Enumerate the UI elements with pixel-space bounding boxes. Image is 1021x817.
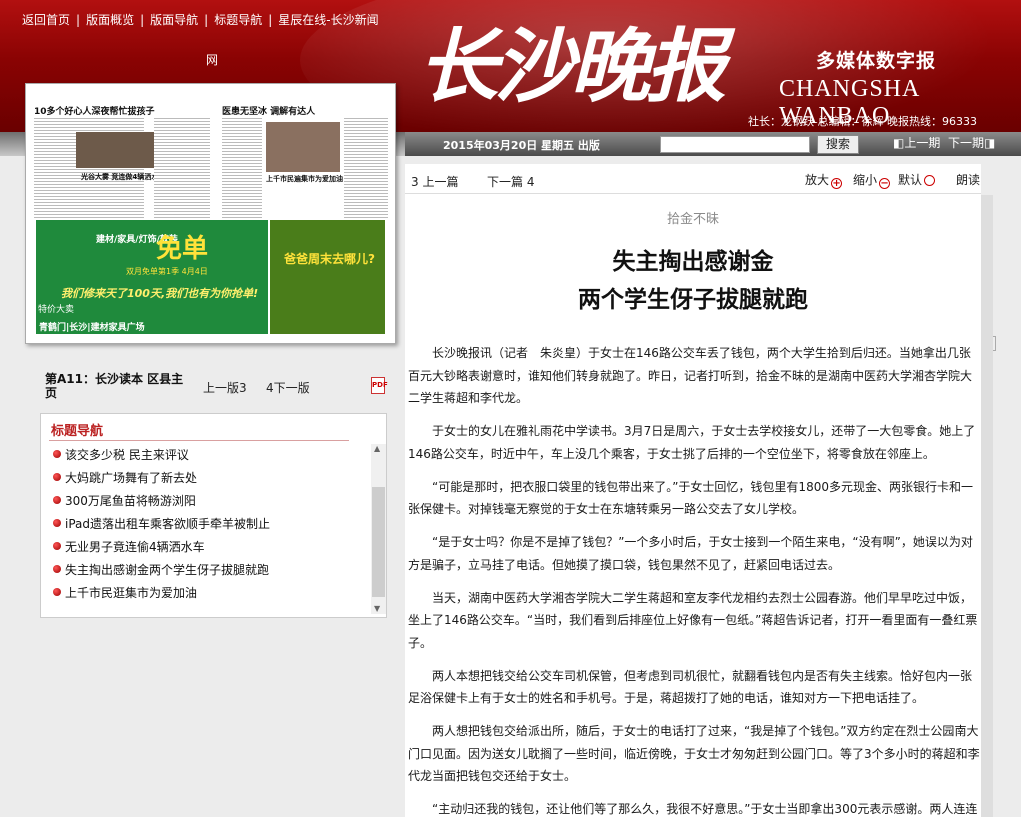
ad-partner: 特价大卖 <box>38 305 75 315</box>
ad-location: 青鹤门|长沙|建材家具广场 <box>39 323 145 333</box>
ad-date: 双月免单第1季 4月4日 <box>126 267 208 276</box>
nav-home-link[interactable]: 返回首页 <box>22 13 70 27</box>
thumb-photo <box>76 132 156 168</box>
article-paragraph: “可能是那时，把衣服口袋里的钱包带出来了。”于女士回忆，钱包里有1800多元现金… <box>408 479 973 517</box>
article-paragraph: “主动归还我的钱包，还让他们等了那么久，我很不好意思。”于女士当即拿出300元表… <box>432 802 978 816</box>
article-headline: 失主掏出感谢金 <box>612 248 774 275</box>
title-list-item[interactable]: 失主掏出感谢金两个学生伢子拔腿就跑 <box>53 559 368 582</box>
bullet-icon <box>53 588 61 596</box>
bullet-icon <box>53 542 61 550</box>
prev-issue-link[interactable]: ◧上一期 <box>893 134 940 151</box>
prev-article-link[interactable]: 3 上一篇 <box>411 173 458 190</box>
bullet-icon <box>53 519 61 527</box>
title-list-item[interactable]: iPad遗落出租车乘客欲顺手牵羊被制止 <box>53 513 368 536</box>
staff-credits: 社长：龙钢跃 总编辑：徐辉 晚报热线：96333 <box>748 115 977 128</box>
title-list-scrollbar[interactable]: ▲ ▼ <box>371 444 386 614</box>
bullet-icon <box>53 496 61 504</box>
next-issue-icon: ◨ <box>984 136 996 150</box>
title-list-item[interactable]: 该交多少税 民主来评议 <box>53 444 368 467</box>
thumb-headline: 上千市民遍集市为爱加油 <box>266 175 343 183</box>
thumb-ad-right: 爸爸周末去哪儿? <box>270 220 385 334</box>
title-navigation-panel: 标题导航 该交多少税 民主来评议 大妈跳广场舞有了新去处 300万尾鱼苗将畅游浏… <box>40 413 387 618</box>
scrollbar-thumb[interactable] <box>372 487 385 597</box>
article-body: 长沙晚报讯（记者 朱炎皇）于女士在146路公交车丢了钱包，两个大学生拾到后归还。… <box>408 342 980 817</box>
nav-xingchen-link[interactable]: 星辰在线-长沙新闻 <box>278 13 378 27</box>
article-subheadline: 两个学生伢子拔腿就跑 <box>578 286 808 313</box>
thumb-text-column <box>154 118 210 218</box>
thumb-headline: 10多个好心人深夜帮忙拔孩子 <box>34 107 155 117</box>
article-paragraph: 长沙晚报讯（记者 朱炎皇）于女士在146路公交车丢了钱包，两个大学生拾到后归还。… <box>408 346 973 405</box>
nav-page-nav-link[interactable]: 版面导航 <box>150 13 198 27</box>
next-page-link[interactable]: 4下一版 <box>266 379 310 396</box>
article-toolbar: 3 上一篇 下一篇 4 放大 + 缩小 − 默认 朗读 <box>405 164 996 351</box>
bullet-icon <box>53 565 61 573</box>
article-paragraph: 于女士的女儿在雅礼雨花中学读书。3月7日是周六，于女士去学校接女儿，还带了一大包… <box>408 424 976 461</box>
next-issue-label: 下一期 <box>948 136 985 150</box>
issue-date: 2015年03月20日 星期五 出版 <box>443 139 600 152</box>
thumb-text-column <box>344 118 388 218</box>
article-paragraph: 当天，湖南中医药大学湘杏学院大二学生蒋超和室友李代龙相约去烈士公园春游。他们早早… <box>408 590 978 650</box>
ad-right-text: 爸爸周末去哪儿? <box>284 252 375 266</box>
ad-big-text: 免单 <box>156 234 209 264</box>
read-aloud-button[interactable]: 朗读 <box>956 171 980 188</box>
title-list-item[interactable]: 上千市民逛集市为爱加油 <box>53 582 368 605</box>
title-navigation-heading: 标题导航 <box>51 424 104 439</box>
article-kicker: 拾金不昧 <box>666 212 719 227</box>
plus-icon: + <box>831 178 843 189</box>
zoom-out-button[interactable]: 缩小 − <box>853 171 891 189</box>
bullet-icon <box>53 473 61 481</box>
multimedia-digital-label: 多媒体数字报 <box>816 50 937 72</box>
pdf-icon[interactable]: PDF <box>371 377 388 394</box>
title-list-item[interactable]: 大妈跳广场舞有了新去处 <box>53 467 368 490</box>
scroll-up-icon[interactable]: ▲ <box>374 444 380 453</box>
title-list: 该交多少税 民主来评议 大妈跳广场舞有了新去处 300万尾鱼苗将畅游浏阳 iPa… <box>53 444 368 614</box>
ad-slogan: 我们修来天了100天,我们也有为你抢单! <box>61 287 259 300</box>
title-list-item[interactable]: 无业男子竟连偷4辆洒水车 <box>53 536 368 559</box>
default-size-button[interactable]: 默认 <box>898 171 936 188</box>
page-label: 第A11：长沙读本 区县主页 <box>45 372 184 400</box>
nav-title-nav-link[interactable]: 标题导航 <box>214 13 262 27</box>
page-scrollbar[interactable] <box>981 195 993 817</box>
search-input[interactable] <box>660 136 810 153</box>
circle-icon <box>924 175 936 186</box>
prev-issue-icon: ◧ <box>893 136 905 150</box>
article-panel: 3 上一篇 下一篇 4 放大 + 缩小 − 默认 朗读 拾金不昧 失主掏出感谢金 两… <box>405 164 996 817</box>
logo-chinese: 长沙晚报 <box>418 19 726 113</box>
thumb-ad-left: 建材/家具/灯饰/软装 免单 双月免单第1季 4月4日 我们修来天了100天,我… <box>36 220 268 334</box>
nav-xingchen-link-tail[interactable]: 网 <box>22 50 402 70</box>
zoom-in-button[interactable]: 放大 + <box>805 171 843 189</box>
thumb-headline: 医患无坚冰 调解有达人 <box>222 107 316 117</box>
thumb-headline: 光谷大雾 竞连做4辆洒水车 <box>81 173 166 181</box>
page-thumbnail[interactable]: 10多个好心人深夜帮忙拔孩子 医患无坚冰 调解有达人 光谷大雾 竞连做4辆洒水车… <box>25 83 396 344</box>
article-paragraph: “是于女士吗？你是不是掉了钱包？”一个多小时后，于女士接到一个陌生来电，“没有啊… <box>408 535 973 572</box>
title-list-item[interactable]: 300万尾鱼苗将畅游浏阳 <box>53 490 368 513</box>
article-paragraph: 两人想把钱包交给派出所，随后，于女士的电话打了过来，“我是掉了个钱包。”双方约定… <box>408 724 980 783</box>
next-article-link[interactable]: 下一篇 4 <box>487 173 534 190</box>
search-button[interactable]: 搜索 <box>817 135 859 154</box>
prev-issue-label: 上一期 <box>904 136 941 150</box>
divider <box>49 440 349 441</box>
minus-icon: − <box>879 178 891 189</box>
thumb-text-column <box>222 118 262 218</box>
prev-page-link[interactable]: 上一版3 <box>203 379 247 396</box>
date-search-bar: 2015年03月20日 星期五 出版 搜索 ◧上一期 下一期◨ <box>405 132 1021 156</box>
newspaper-logo: 长沙晚报 <box>418 16 758 126</box>
top-navigation: 返回首页 | 版面概览 | 版面导航 | 标题导航 | 星辰在线-长沙新闻 网 <box>22 10 402 70</box>
scroll-down-icon[interactable]: ▼ <box>374 604 380 613</box>
thumb-photo <box>266 122 340 172</box>
next-issue-link[interactable]: 下一期◨ <box>948 134 995 151</box>
article-paragraph: 两人本想把钱交给公交车司机保管，但考虑到司机很忙，就翻看钱包内是否有失主线索。恰… <box>408 668 973 706</box>
bullet-icon <box>53 450 61 458</box>
nav-overview-link[interactable]: 版面概览 <box>86 13 134 27</box>
